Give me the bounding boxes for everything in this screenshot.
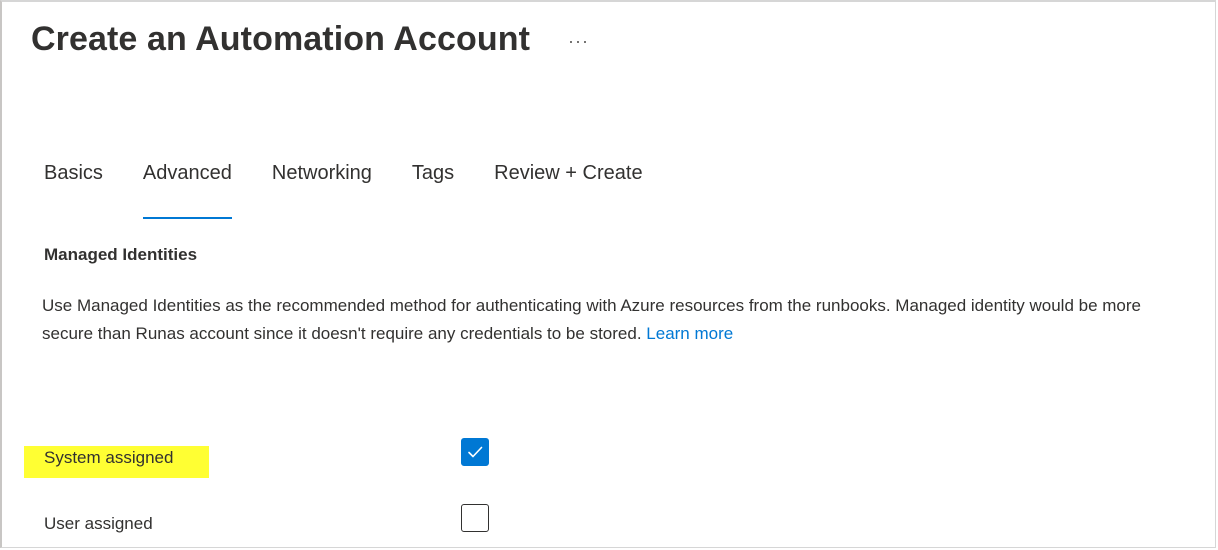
user-assigned-checkbox[interactable]: [461, 504, 489, 532]
more-options-icon[interactable]: ···: [568, 32, 589, 50]
blade-frame: Create an Automation Account ··· Basics …: [0, 0, 1216, 548]
title-row: Create an Automation Account ···: [31, 20, 589, 59]
tab-basics[interactable]: Basics: [44, 160, 103, 204]
user-assigned-label: User assigned: [44, 514, 153, 533]
section-description: Use Managed Identities as the recommende…: [42, 292, 1192, 348]
checkmark-icon: [468, 446, 483, 458]
system-assigned-label: System assigned: [44, 448, 174, 467]
learn-more-link[interactable]: Learn more: [646, 324, 733, 343]
tab-networking[interactable]: Networking: [272, 160, 372, 204]
page-title: Create an Automation Account: [31, 20, 530, 58]
tab-bar: Basics Advanced Networking Tags Review +…: [44, 160, 643, 219]
section-heading: Managed Identities: [44, 245, 198, 264]
description-text: Use Managed Identities as the recommende…: [42, 296, 1141, 343]
tab-advanced[interactable]: Advanced: [142, 160, 232, 219]
system-assigned-checkbox[interactable]: [461, 438, 489, 466]
tab-tags[interactable]: Tags: [412, 160, 454, 204]
tab-review-create[interactable]: Review + Create: [494, 160, 642, 204]
